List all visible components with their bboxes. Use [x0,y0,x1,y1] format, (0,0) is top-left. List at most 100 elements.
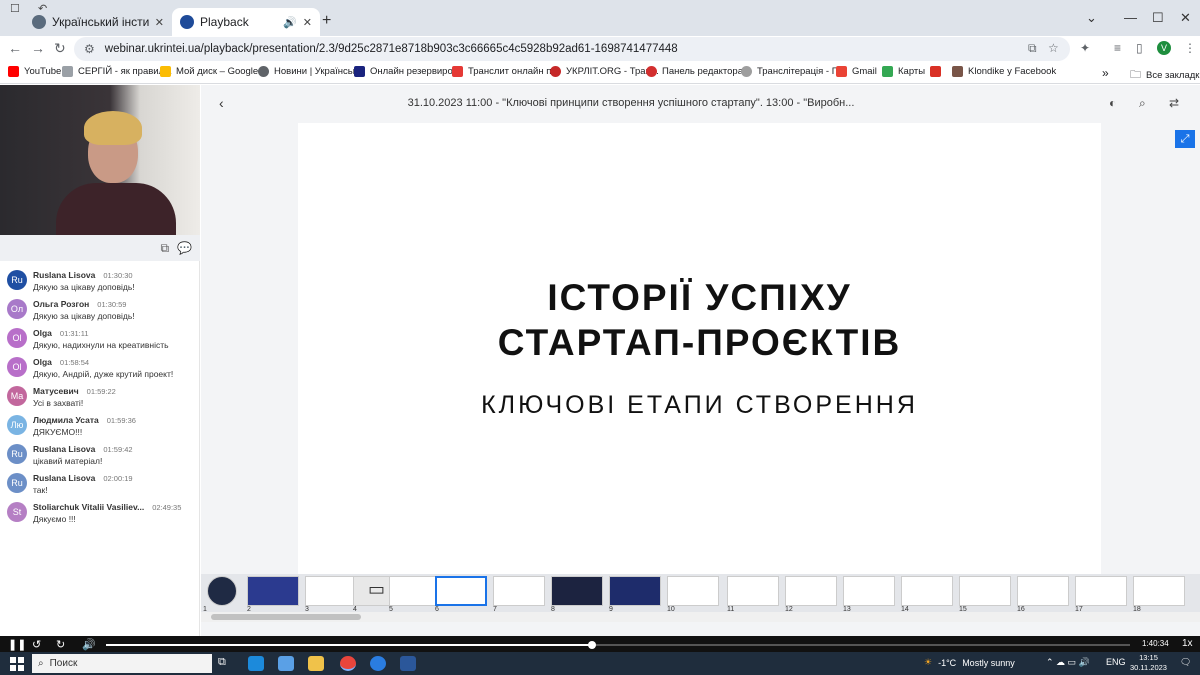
thumbnail-1[interactable] [207,576,237,606]
windows-start-icon[interactable] [10,657,24,671]
webcam-video[interactable] [0,85,200,235]
chat-message: Ru Ruslana Lisova 02:00:19 так! [0,470,200,499]
all-bookmarks[interactable]: 🗀 Все закладки [1130,66,1200,85]
message-time: 01:59:42 [103,445,133,454]
thumbnail-16[interactable] [1017,576,1069,606]
chevron-down-icon[interactable]: ⌄ [1086,10,1097,26]
extensions-icon[interactable]: ✦ [1080,41,1090,55]
speaker-icon: 🔊 [283,16,297,29]
bookmark-youtube[interactable]: YouTube [8,66,61,77]
store-icon[interactable] [278,656,294,671]
new-tab-button[interactable]: + [322,12,331,30]
chat-icon[interactable]: 💬 [177,241,192,255]
volume-icon[interactable]: 🔊 [82,638,96,651]
bookmark-sergii[interactable]: СЕРГІЙ - як правил... [62,66,172,77]
bookmark-gmail[interactable]: Gmail [836,66,877,77]
chevron-left-icon[interactable]: ‹ [219,95,224,111]
thumbnail-14[interactable] [901,576,953,606]
tray-icons[interactable]: ⌃ ☁ ▭ 🔊 [1046,657,1090,668]
thumbnail-3[interactable] [305,576,357,606]
chrome-icon[interactable] [340,656,356,671]
bookmark-editor-panel[interactable]: Панель редактора... [646,66,751,77]
presenter-body [56,183,176,235]
close-window-icon[interactable]: ✕ [1180,10,1191,26]
sender-name: Ruslana Lisova [33,270,96,280]
thumbnail-scrollbar[interactable] [201,612,1200,622]
bookmark-ukrlit[interactable]: УКРЛІТ.ORG - Тран... [550,66,659,77]
progress-handle[interactable] [588,641,597,649]
thumbnail-2[interactable] [247,576,299,606]
side-panel-icon[interactable]: ▯ [1136,41,1143,55]
pause-icon[interactable]: ❚❚ [8,638,26,651]
back-icon[interactable]: ← [8,40,22,56]
reload-icon[interactable]: ↻ [54,40,66,57]
progress-bar[interactable] [106,641,1130,649]
progress-fill [106,644,593,646]
thumbnail-10[interactable] [667,576,719,606]
rewind-icon[interactable]: ↺ [32,638,41,651]
playback-time: 1:40:34 [1142,639,1169,648]
forward-icon[interactable]: → [31,40,45,56]
sender-name: Olga [33,328,52,338]
bookmark-booking[interactable]: Онлайн резервиро... [354,66,461,77]
close-icon[interactable]: ✕ [155,16,164,29]
close-icon[interactable]: ✕ [303,16,312,29]
word-icon[interactable] [400,656,416,671]
window-menu-icon[interactable]: ☐ [10,2,20,15]
weather-widget[interactable]: ☀ -1°C Mostly sunny [924,657,1015,668]
tab-playback[interactable]: Playback 🔊 ✕ [172,8,320,36]
bookmark-mail[interactable] [930,66,941,77]
more-menu-icon[interactable]: ⋮ [1184,41,1196,55]
bookmark-translit[interactable]: Транслит онлайн п... [452,66,559,77]
tab-ukrintei[interactable]: Український інститут науково- ✕ [24,8,172,36]
search-icon[interactable]: ⌕ [1139,96,1146,111]
notification-icon[interactable]: 🗨 [1180,657,1191,668]
copy-icon[interactable]: ⧉ [160,241,169,256]
forward-skip-icon[interactable]: ↻ [56,638,65,651]
bookmark-klondike[interactable]: Klondike у Facebook [952,66,1056,77]
message-text: Усі в захваті! [33,398,84,408]
presentation-title: 31.10.2023 11:00 - "Ключові принципи ств… [407,97,855,109]
thumbnail-7[interactable] [493,576,545,606]
avatar: Ru [7,270,27,290]
theme-toggle-icon[interactable]: ◐ [1109,96,1116,110]
bookmark-google-drive[interactable]: Мой диск – Google... [160,66,266,77]
message-text: Дякую, Андрій, дуже крутий проект! [33,369,174,379]
playback-speed[interactable]: 1x [1182,638,1193,649]
thumbnail-8[interactable] [551,576,603,606]
minimize-icon[interactable]: — [1124,10,1137,25]
file-explorer-icon[interactable] [308,656,324,671]
bookmark-transliteration[interactable]: Транслітерація - П... [741,66,846,77]
language-indicator[interactable]: ENG [1106,657,1126,667]
taskbar-search[interactable]: ⌕ Поиск [32,654,212,673]
address-bar[interactable]: ⚙ webinar.ukrintei.ua/playback/presentat… [74,37,1070,61]
profile-avatar[interactable]: V [1157,41,1171,55]
taskbar-clock[interactable]: 13:15 30.11.2023 [1130,653,1167,673]
bookmark-news[interactable]: Новини | Українськ... [258,66,365,77]
thumbnail-18[interactable] [1133,576,1185,606]
thumbnail-15[interactable] [959,576,1011,606]
browser-icon[interactable] [370,656,386,671]
thumbnail-17[interactable] [1075,576,1127,606]
reading-list-icon[interactable]: ≡ [1114,41,1121,55]
swap-layout-icon[interactable]: ⇄ [1169,96,1179,110]
task-view-icon[interactable]: ⧉ [218,656,234,671]
sender-name: Людмила Усата [33,415,99,425]
bookmark-maps[interactable]: Карты [882,66,925,77]
thumbnail-11[interactable] [727,576,779,606]
thumbnail-5[interactable] [389,576,441,606]
fullscreen-button[interactable]: ⤢ [1175,130,1195,148]
star-icon[interactable]: ☆ [1048,41,1059,55]
site-info-icon[interactable]: ⚙ [84,42,95,56]
translate-icon[interactable]: ⧉ [1028,41,1037,56]
thumbnail-13[interactable] [843,576,895,606]
maximize-icon[interactable]: ☐ [1152,10,1164,26]
edge-icon[interactable] [248,656,264,671]
thumbnail-9[interactable] [609,576,661,606]
thumbnail-12[interactable] [785,576,837,606]
more-bookmarks-icon[interactable]: » [1102,66,1109,80]
slide-subtitle: КЛЮЧОВІ ЕТАПИ СТВОРЕННЯ [481,391,918,419]
thumbnail-6[interactable] [435,576,487,606]
gmail-icon [836,66,847,77]
scrollbar-thumb[interactable] [211,614,361,620]
